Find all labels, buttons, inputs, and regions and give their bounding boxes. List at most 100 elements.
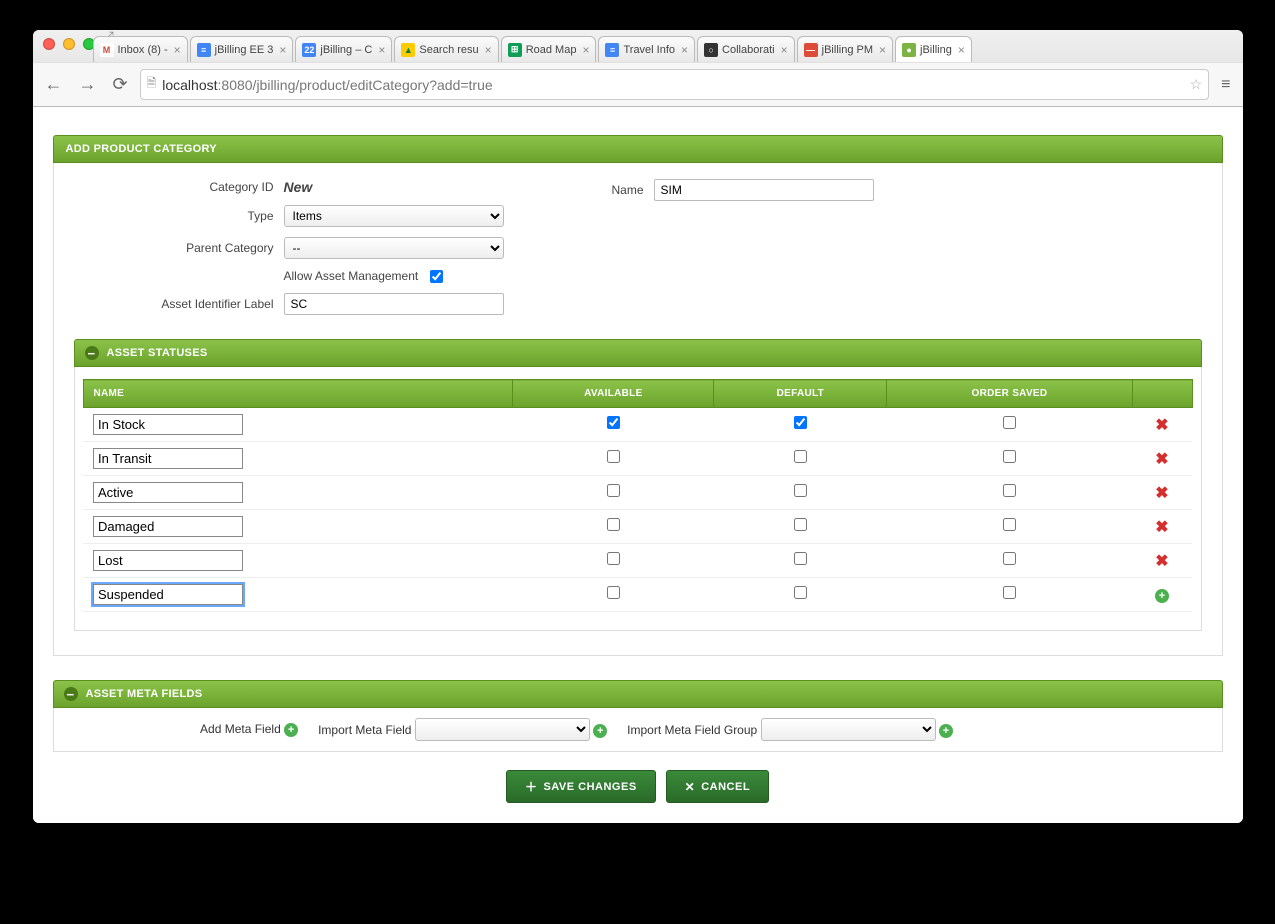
col-available: AVAILABLE [513,380,714,408]
status-ordersaved-checkbox[interactable] [1003,450,1016,463]
reload-button[interactable]: ⟳ [109,72,132,97]
tab-label: Travel Info [623,44,675,56]
page-icon: 🗎 [147,74,157,95]
status-ordersaved-checkbox[interactable] [1003,484,1016,497]
delete-status-icon[interactable]: ✖ [1155,519,1168,536]
import-meta-group-label: Import Meta Field Group [627,723,757,737]
tab-close-icon[interactable]: × [174,43,181,57]
status-default-checkbox[interactable] [794,518,807,531]
back-button[interactable]: ← [41,72,67,97]
asset-meta-fields-panel: − ASSET META FIELDS Add Meta Field + Imp… [53,680,1223,752]
allow-asset-checkbox[interactable] [430,270,443,283]
cancel-button[interactable]: ✕ CANCEL [666,770,769,803]
tab-close-icon[interactable]: × [378,43,385,57]
tab-favicon-icon: ≡ [605,43,619,57]
tab-close-icon[interactable]: × [485,43,492,57]
tab-label: jBilling – C [320,44,372,56]
nav-toolbar: ← → ⟳ 🗎 localhost:8080/jbilling/product/… [33,62,1243,106]
status-ordersaved-checkbox[interactable] [1003,416,1016,429]
asset-identifier-label: Asset Identifier Label [74,297,274,311]
allow-asset-label: Allow Asset Management [284,269,419,283]
status-name-input[interactable] [93,584,243,605]
tab-close-icon[interactable]: × [958,43,965,57]
status-default-checkbox[interactable] [794,450,807,463]
tab-label: Search resu [419,44,478,56]
tab-close-icon[interactable]: × [582,43,589,57]
tab[interactable]: 22 jBilling – C × [295,36,392,62]
address-bar[interactable]: 🗎 localhost:8080/jbilling/product/editCa… [140,69,1210,100]
collapse-icon[interactable]: − [85,346,99,360]
bookmark-icon[interactable]: ☆ [1190,76,1203,93]
tab-close-icon[interactable]: × [879,43,886,57]
status-default-checkbox[interactable] [794,552,807,565]
status-available-checkbox[interactable] [607,586,620,599]
type-label: Type [74,209,274,223]
page-content: ADD PRODUCT CATEGORY Category ID New Typ… [33,107,1243,823]
tab-label: jBilling [920,44,952,56]
tab[interactable]: MInbox (8) - × [93,36,188,62]
import-meta-group-select[interactable] [761,718,936,741]
add-status-icon[interactable]: + [1155,589,1169,603]
tab[interactable]: ●jBilling× [895,36,972,62]
action-bar: ＋ SAVE CHANGES ✕ CANCEL [53,770,1223,803]
delete-status-icon[interactable]: ✖ [1155,485,1168,502]
save-button[interactable]: ＋ SAVE CHANGES [506,770,656,803]
import-meta-group-button[interactable]: + [939,724,953,738]
status-row: ✖ [83,408,1192,442]
status-name-input[interactable] [93,448,243,469]
tab[interactable]: ≡ jBilling EE 3 × [190,36,294,62]
status-name-input[interactable] [93,482,243,503]
tab-favicon-icon: ≡ [197,43,211,57]
status-available-checkbox[interactable] [607,484,620,497]
status-available-checkbox[interactable] [607,416,620,429]
minimize-window-icon[interactable] [63,38,75,50]
status-ordersaved-checkbox[interactable] [1003,586,1016,599]
import-meta-field-select[interactable] [415,718,590,741]
status-name-input[interactable] [93,414,243,435]
add-meta-field-button[interactable]: + [284,723,298,737]
collapse-icon[interactable]: − [64,687,78,701]
close-window-icon[interactable] [43,38,55,50]
status-default-checkbox[interactable] [794,416,807,429]
delete-status-icon[interactable]: ✖ [1155,417,1168,434]
tab[interactable]: ▲Search resu× [394,36,498,62]
status-default-checkbox[interactable] [794,586,807,599]
tab[interactable]: ⊞Road Map× [501,36,597,62]
panel-body-add-category: Category ID New Type Items Parent Catego… [53,163,1223,656]
col-name: NAME [83,380,513,408]
forward-button[interactable]: → [75,72,101,97]
status-name-input[interactable] [93,550,243,571]
parent-category-select[interactable]: -- [284,237,504,259]
tab[interactable]: ≡ Travel Info × [598,36,695,62]
browser-window: ⤢ MInbox (8) - ×≡jBilling EE 3×22jBillin… [33,30,1243,823]
status-available-checkbox[interactable] [607,552,620,565]
tab-favicon-icon: 22 [302,43,316,57]
tab-close-icon[interactable]: × [681,43,688,57]
tab-label: jBilling PM [822,44,873,56]
cancel-icon: ✕ [685,780,696,794]
delete-status-icon[interactable]: ✖ [1155,451,1168,468]
tab-favicon-icon: — [804,43,818,57]
status-ordersaved-checkbox[interactable] [1003,552,1016,565]
tab[interactable]: — jBilling PM × [797,36,893,62]
category-id-label: Category ID [74,180,274,194]
tab-close-icon[interactable]: × [781,43,788,57]
asset-identifier-input[interactable] [284,293,504,315]
asset-meta-fields-header[interactable]: − ASSET META FIELDS [53,680,1223,708]
col-order-saved: ORDER SAVED [887,380,1132,408]
menu-button[interactable]: ≡ [1217,76,1234,94]
status-name-input[interactable] [93,516,243,537]
import-meta-field-button[interactable]: + [593,724,607,738]
status-default-checkbox[interactable] [794,484,807,497]
tab[interactable]: ○Collaborati× [697,36,795,62]
status-available-checkbox[interactable] [607,450,620,463]
name-input[interactable] [654,179,874,201]
status-ordersaved-checkbox[interactable] [1003,518,1016,531]
type-select[interactable]: Items [284,205,504,227]
asset-statuses-table: NAME AVAILABLE DEFAULT ORDER SAVED ✖✖✖✖✖… [83,379,1193,612]
tab-close-icon[interactable]: × [279,43,286,57]
delete-status-icon[interactable]: ✖ [1155,553,1168,570]
tab-label: jBilling EE 3 [215,44,274,56]
asset-statuses-header[interactable]: − ASSET STATUSES [74,339,1202,367]
status-available-checkbox[interactable] [607,518,620,531]
